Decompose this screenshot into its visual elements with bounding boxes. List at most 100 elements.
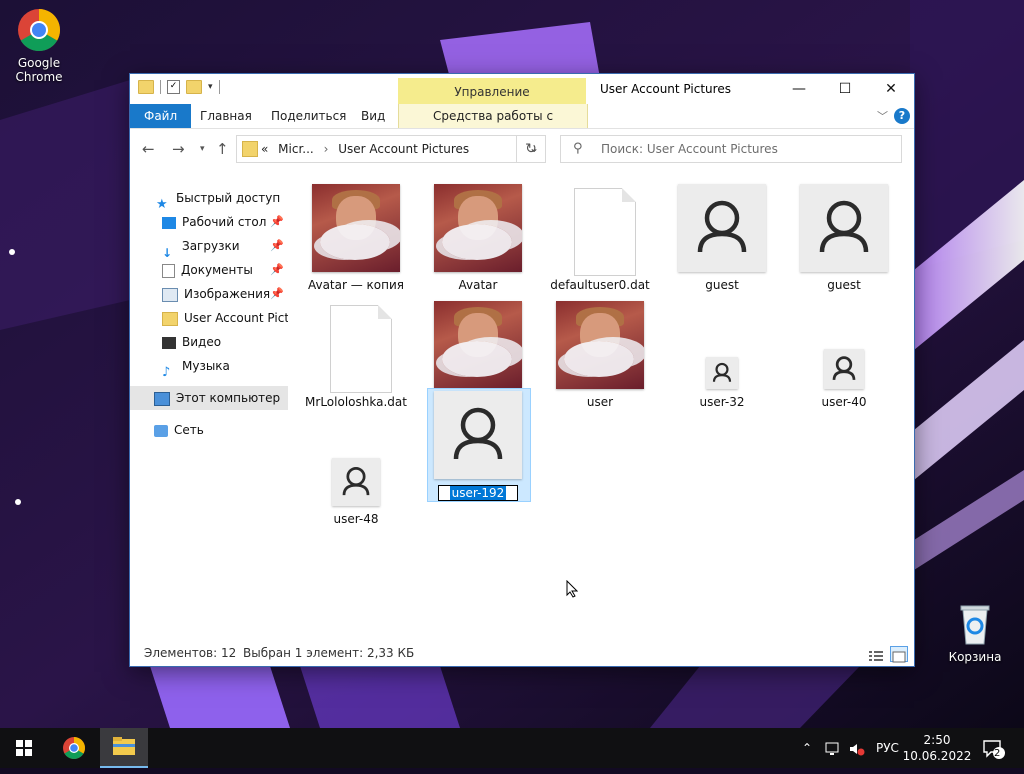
desktop-recycle-bin[interactable]: Корзина	[936, 602, 1014, 664]
action-center-icon[interactable]: 2	[982, 728, 1006, 768]
computer-icon	[154, 391, 170, 406]
file-item[interactable]: defaultuser0.dat	[542, 176, 658, 292]
tab-home[interactable]: Главная	[186, 104, 266, 128]
manage-context-tab[interactable]: Управление	[398, 78, 586, 104]
chrome-icon	[63, 737, 85, 759]
folder-icon	[162, 311, 178, 326]
nav-downloads[interactable]: ↓ Загрузки 📌	[130, 234, 288, 258]
search-input[interactable]: Поиск: User Account Pictures	[601, 142, 778, 156]
chrome-icon	[17, 8, 61, 52]
download-icon: ↓	[162, 245, 173, 259]
explorer-window: ✓ ▾ Управление User Account Pictures — ☐…	[130, 74, 914, 666]
video-icon	[162, 336, 176, 349]
navigation-pane: ★ Быстрый доступ Рабочий стол 📌 ↓ Загрузки 📌…	[130, 172, 290, 632]
new-folder-icon[interactable]	[186, 80, 202, 94]
file-item[interactable]: Avatar — копия	[298, 176, 414, 292]
details-view-icon[interactable]	[868, 646, 884, 661]
file-item-selected[interactable]: user-192	[427, 388, 531, 502]
taskbar-file-explorer[interactable]	[100, 728, 148, 768]
file-name: user-40	[821, 395, 867, 409]
search-box[interactable]: ⚲ Поиск: User Account Pictures	[560, 135, 902, 163]
avatar-thumbnail	[434, 184, 522, 272]
nav-music[interactable]: ♪ Музыка	[130, 354, 288, 378]
refresh-icon[interactable]: ↻	[516, 135, 546, 163]
file-item[interactable]: MrLololoshka.dat	[298, 293, 414, 409]
ribbon-tabs: Файл Главная Поделиться Вид Средства раб…	[130, 104, 914, 147]
pin-icon: 📌	[270, 263, 284, 276]
nav-desktop[interactable]: Рабочий стол 📌	[130, 210, 288, 234]
recent-locations-icon[interactable]: ▾	[200, 144, 205, 154]
network-icon	[154, 424, 168, 437]
divider	[160, 80, 161, 94]
input-language-indicator[interactable]: РУС	[876, 728, 899, 768]
mouse-cursor-icon	[566, 579, 579, 598]
avatar-thumbnail	[312, 184, 400, 272]
document-icon	[556, 184, 644, 276]
tab-picture-tools[interactable]: Средства работы с рисунками	[398, 104, 588, 147]
item-count: Элементов: 12	[144, 646, 237, 660]
file-item[interactable]: user-48	[298, 410, 414, 526]
forward-arrow-icon[interactable]: →	[172, 140, 185, 158]
nav-this-pc[interactable]: Этот компьютер	[130, 386, 288, 410]
up-arrow-icon[interactable]: ↑	[216, 140, 229, 158]
file-name: Avatar — копия	[307, 278, 405, 292]
customize-qat-icon[interactable]: ▾	[208, 82, 213, 92]
nav-network[interactable]: Сеть	[130, 418, 288, 442]
user-icon	[800, 301, 888, 389]
maximize-button[interactable]: ☐	[822, 74, 868, 104]
help-icon[interactable]: ?	[894, 108, 910, 124]
tab-view[interactable]: Вид	[347, 104, 399, 128]
address-bar[interactable]: « Micr... › User Account Pictures ⌄	[236, 135, 546, 163]
file-name: user-48	[333, 512, 379, 526]
title-bar[interactable]: ✓ ▾ Управление User Account Pictures — ☐…	[130, 74, 914, 104]
minimize-button[interactable]: —	[776, 74, 822, 104]
clock-date: 10.06.2022	[902, 749, 972, 763]
breadcrumb-separator-icon: ›	[323, 142, 329, 156]
nav-documents[interactable]: Документы 📌	[130, 258, 288, 282]
status-bar: Элементов: 12 Выбран 1 элемент: 2,33 КБ	[130, 640, 914, 666]
file-name: defaultuser0.dat	[550, 278, 650, 292]
star-icon: ★	[156, 196, 168, 211]
file-item[interactable]: guest	[664, 176, 780, 292]
network-status-icon[interactable]	[824, 728, 842, 768]
user-icon	[312, 418, 400, 506]
back-arrow-icon[interactable]: ←	[142, 140, 155, 158]
notification-count: 2	[994, 748, 1001, 759]
ribbon-expand-icon[interactable]: ﹀	[877, 108, 888, 124]
file-item[interactable]: Avatar	[420, 176, 536, 292]
rename-input[interactable]: user-192	[438, 485, 518, 501]
properties-icon[interactable]: ✓	[167, 80, 180, 94]
breadcrumb-overflow[interactable]: «	[261, 142, 268, 156]
windows-icon	[16, 740, 32, 756]
nav-videos[interactable]: Видео	[130, 330, 288, 354]
breadcrumb-item[interactable]: Micr...	[278, 142, 314, 156]
chrome-label-line2: Chrome	[15, 70, 63, 84]
folder-icon[interactable]	[138, 80, 154, 94]
tab-file[interactable]: Файл	[130, 104, 192, 128]
clock-time: 2:50	[923, 733, 951, 747]
file-name: user	[586, 395, 614, 409]
volume-muted-icon[interactable]	[848, 728, 866, 768]
system-clock[interactable]: 2:50 10.06.2022	[900, 732, 974, 764]
nav-user-account-pictures[interactable]: User Account Pictur	[130, 306, 288, 330]
pin-icon: 📌	[270, 287, 284, 300]
recycle-bin-label: Корзина	[948, 650, 1002, 664]
tab-share[interactable]: Поделиться	[257, 104, 360, 128]
nav-quick-access[interactable]: ★ Быстрый доступ	[130, 186, 288, 210]
nav-pictures[interactable]: Изображения 📌	[130, 282, 288, 306]
recycle-bin-icon	[955, 602, 995, 646]
file-item[interactable]: guest	[786, 176, 902, 292]
folder-icon	[242, 141, 258, 157]
large-icons-view-icon[interactable]	[890, 646, 908, 663]
file-item[interactable]: user-40	[786, 293, 902, 409]
breadcrumb-item[interactable]: User Account Pictures	[338, 142, 469, 156]
close-button[interactable]: ✕	[868, 74, 914, 104]
show-hidden-icons-icon[interactable]: ⌃	[802, 728, 812, 768]
taskbar-chrome[interactable]	[50, 728, 98, 768]
chrome-label-line1: Google	[17, 56, 61, 70]
file-item[interactable]: user-32	[664, 293, 780, 409]
start-button[interactable]	[0, 728, 48, 768]
file-item[interactable]: user	[542, 293, 658, 409]
desktop-chrome-shortcut[interactable]: Google Chrome	[0, 8, 78, 84]
desktop-icon	[162, 216, 176, 229]
